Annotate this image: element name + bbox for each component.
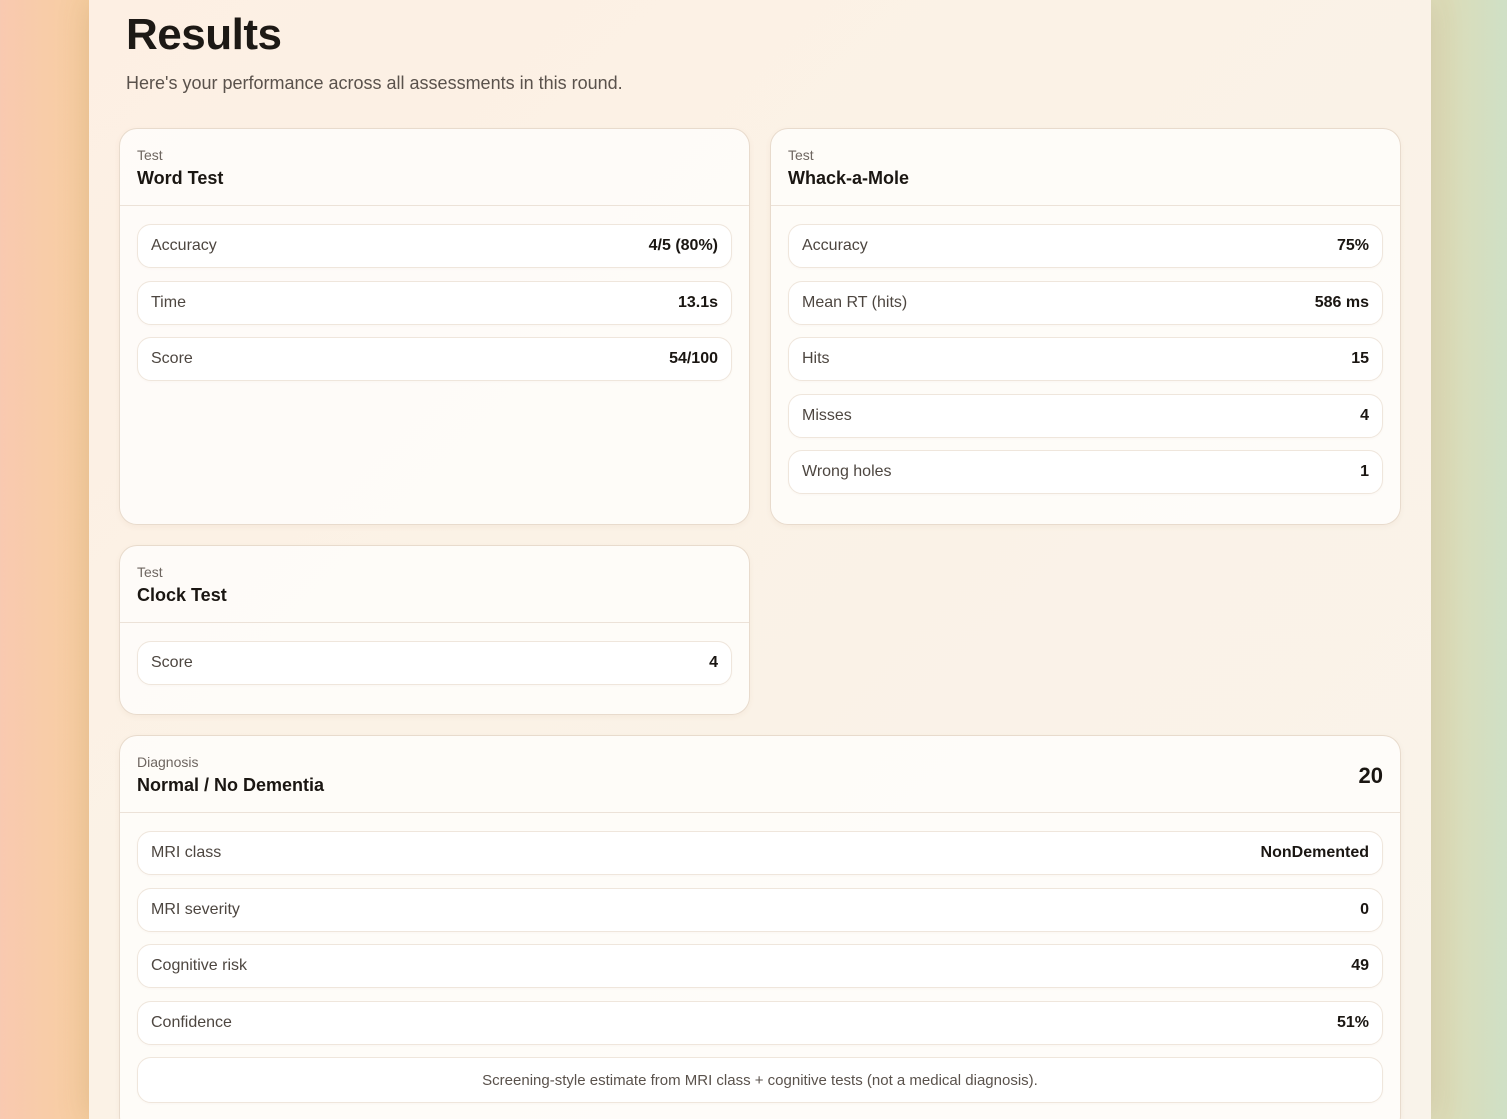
- card-title: Word Test: [137, 168, 224, 188]
- metric-label: Misses: [802, 406, 852, 424]
- metric-value: 1: [1360, 463, 1369, 480]
- metric-value: 49: [1351, 957, 1369, 974]
- metric-row-mri-class: MRI class NonDemented: [137, 831, 1383, 875]
- metric-label: Accuracy: [151, 237, 217, 254]
- diagnosis-score: 20: [1358, 763, 1383, 788]
- card-header: Test Whack-a-Mole: [771, 129, 1400, 206]
- metric-row-score: Score 54/100: [137, 337, 732, 381]
- metric-row-cognitive-risk: Cognitive risk 49: [137, 944, 1383, 988]
- card-header: Test Word Test: [120, 129, 749, 206]
- card-header: Diagnosis Normal / No Dementia 20: [120, 736, 1400, 813]
- diagnosis-title: Normal / No Dementia: [137, 775, 325, 795]
- metric-value: 15: [1351, 350, 1369, 367]
- metric-value: 4: [1360, 406, 1369, 424]
- card-kicker: Test: [788, 147, 814, 163]
- disclaimer-note: Screening-style estimate from MRI class …: [137, 1057, 1383, 1103]
- metric-row-score: Score 4: [137, 641, 732, 685]
- metric-row-mean-rt: Mean RT (hits) 586 ms: [788, 280, 1383, 325]
- metric-row-hits: Hits 15: [788, 337, 1383, 381]
- metric-value: NonDemented: [1260, 844, 1369, 861]
- metric-value: 4/5 (80%): [648, 237, 718, 254]
- metric-value: 54/100: [669, 350, 718, 367]
- metric-value: 13.1s: [677, 293, 718, 311]
- metric-label: MRI class: [151, 844, 222, 861]
- metric-label: Cognitive risk: [151, 957, 248, 974]
- metric-value: 586 ms: [1314, 293, 1369, 311]
- metric-list: MRI class NonDemented MRI severity 0 Cog…: [120, 813, 1400, 1103]
- card-kicker: Diagnosis: [137, 754, 199, 770]
- metric-row-mri-severity: MRI severity 0: [137, 887, 1383, 932]
- card-kicker: Test: [137, 564, 163, 580]
- metric-row-misses: Misses 4: [788, 393, 1383, 438]
- whack-a-mole-card: Test Whack-a-Mole Accuracy 75% Mean RT (…: [770, 128, 1401, 525]
- metric-value: 0: [1360, 900, 1369, 918]
- metric-label: Time: [151, 293, 186, 311]
- metric-row-confidence: Confidence 51%: [137, 1000, 1383, 1045]
- metric-label: MRI severity: [151, 900, 240, 918]
- page-subtitle: Here's your performance across all asses…: [126, 73, 623, 93]
- metric-value: 75%: [1336, 237, 1369, 254]
- page-title: Results: [126, 10, 282, 59]
- card-title: Clock Test: [137, 585, 227, 605]
- metric-row-accuracy: Accuracy 75%: [788, 224, 1383, 268]
- disclaimer-text: Screening-style estimate from MRI class …: [482, 1071, 1038, 1089]
- metric-list: Accuracy 4/5 (80%) Time 13.1s Score 54/1…: [120, 206, 749, 381]
- card-kicker: Test: [137, 147, 163, 163]
- metric-label: Score: [151, 350, 193, 367]
- metric-label: Accuracy: [802, 237, 868, 254]
- metric-value: 51%: [1336, 1013, 1369, 1031]
- metric-value: 4: [709, 654, 718, 671]
- card-header: Test Clock Test: [120, 546, 749, 623]
- metric-list: Accuracy 75% Mean RT (hits) 586 ms Hits …: [771, 206, 1400, 494]
- metric-label: Confidence: [151, 1013, 232, 1031]
- metric-row-time: Time 13.1s: [137, 280, 732, 325]
- metric-list: Score 4: [120, 623, 749, 685]
- word-test-card: Test Word Test Accuracy 4/5 (80%) Time 1…: [119, 128, 750, 525]
- metric-row-accuracy: Accuracy 4/5 (80%): [137, 224, 732, 268]
- metric-row-wrong-holes: Wrong holes 1: [788, 450, 1383, 494]
- diagnosis-card: Diagnosis Normal / No Dementia 20 MRI cl…: [119, 735, 1401, 1119]
- clock-test-card: Test Clock Test Score 4: [119, 545, 750, 715]
- results-panel: Results Here's your performance across a…: [89, 0, 1431, 1119]
- card-title: Whack-a-Mole: [788, 168, 910, 188]
- metric-label: Hits: [802, 350, 830, 367]
- metric-label: Mean RT (hits): [802, 293, 908, 311]
- metric-label: Score: [151, 654, 193, 671]
- metric-label: Wrong holes: [802, 463, 892, 480]
